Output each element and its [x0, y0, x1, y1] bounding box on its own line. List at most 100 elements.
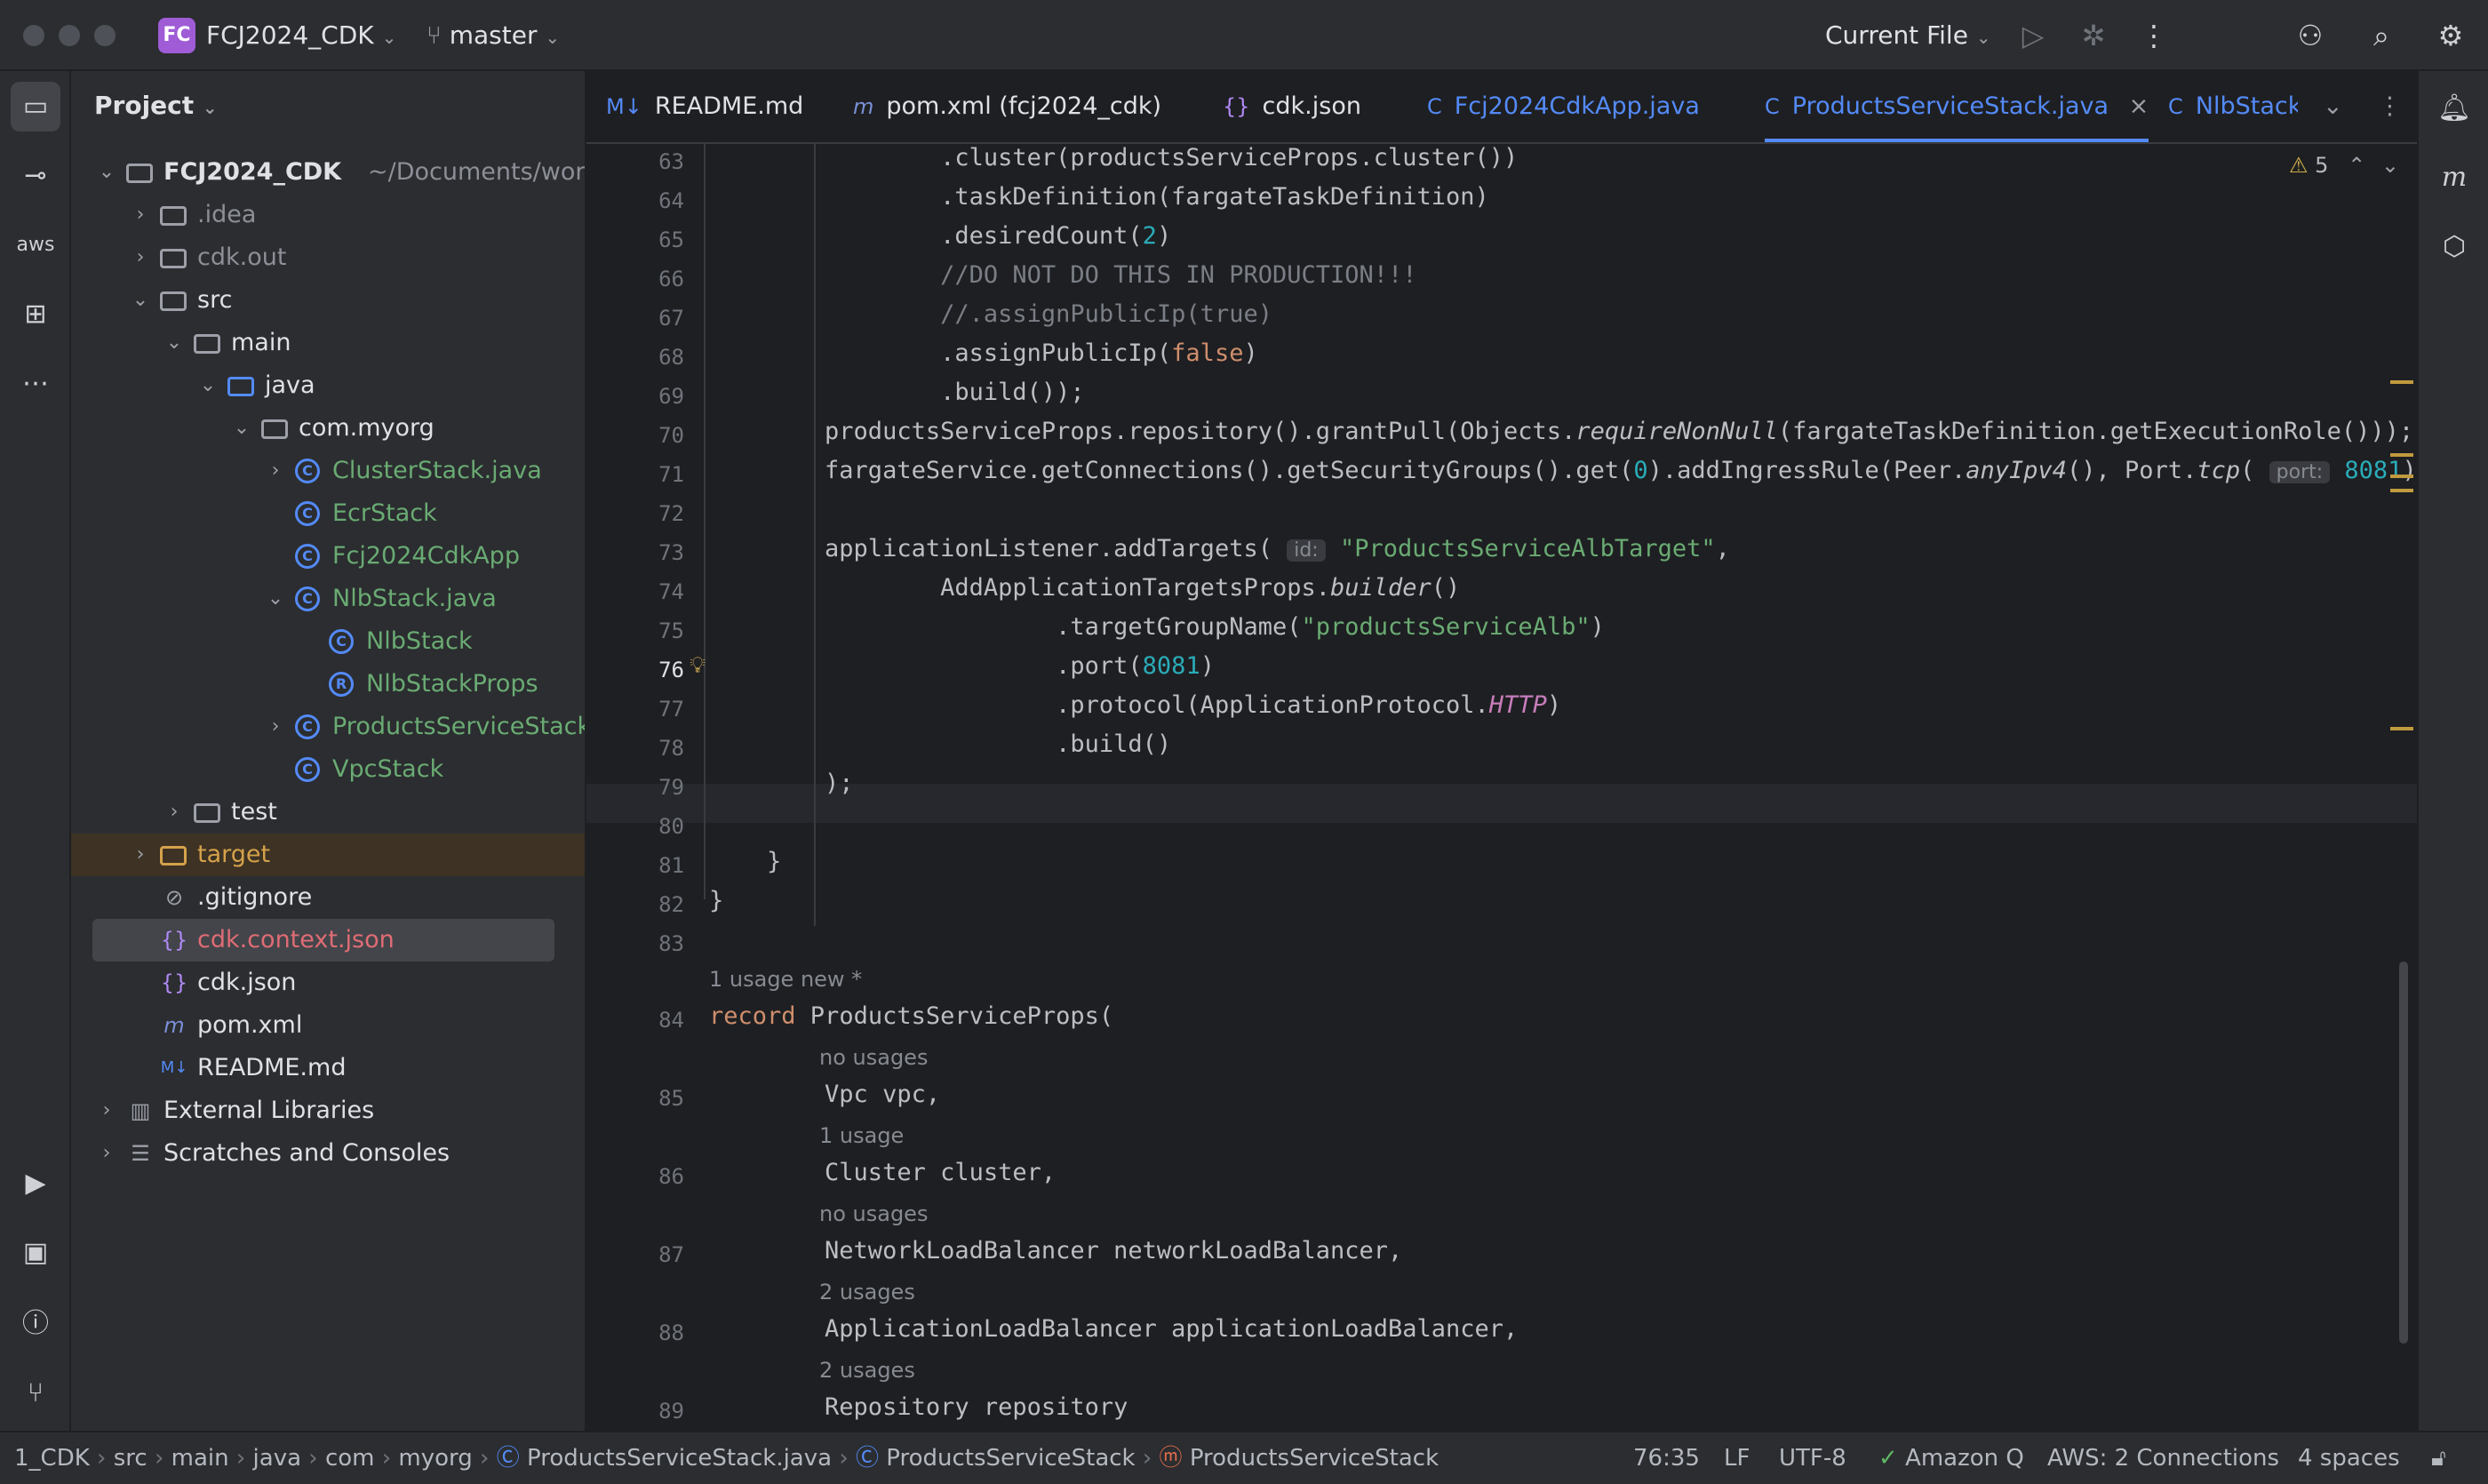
warnings-indicator[interactable]: ⚠ 5 ⌃ ⌄ — [2289, 153, 2399, 178]
chevron-right-icon[interactable]: › — [96, 1089, 117, 1132]
aws-toolkit-icon[interactable]: ⬡ — [2429, 222, 2479, 272]
run-config-selector[interactable]: Current File ⌄ — [1825, 20, 1991, 53]
project-avatar[interactable]: FC — [158, 18, 195, 53]
tree-item[interactable]: C VpcStack — [71, 748, 585, 791]
tree-item[interactable]: {} cdk.json — [71, 961, 585, 1004]
chevron-right-icon[interactable]: › — [130, 194, 151, 236]
usage-hint[interactable]: 2 usages — [819, 1358, 915, 1383]
breadcrumb-item[interactable]: java — [253, 1445, 301, 1472]
tree-item[interactable]: › C ProductsServiceStack.j — [71, 706, 585, 748]
chevron-down-icon[interactable]: ⌄ — [231, 407, 252, 450]
chevron-right-icon[interactable]: › — [96, 1132, 117, 1175]
close-window-button[interactable] — [23, 25, 44, 46]
chevron-right-icon[interactable]: › — [130, 236, 151, 279]
breadcrumb-item[interactable]: main — [171, 1445, 229, 1472]
error-stripe-mark[interactable] — [2390, 380, 2413, 384]
tree-item[interactable]: › cdk.out — [71, 236, 585, 279]
tree-item[interactable]: ⌄ java — [71, 364, 585, 407]
aws-icon[interactable]: aws — [11, 220, 60, 270]
chevron-right-icon[interactable]: › — [265, 706, 286, 748]
search-icon[interactable]: ⌕ — [2362, 16, 2401, 55]
indent-setting[interactable]: 4 spaces — [2298, 1432, 2400, 1484]
breadcrumb-item[interactable]: ProductsServiceStack — [886, 1445, 1135, 1472]
usage-hint[interactable]: 1 usage — [819, 1123, 904, 1148]
chevron-down-icon[interactable]: ⌄ — [130, 279, 151, 322]
usage-hint[interactable]: 2 usages — [819, 1280, 915, 1304]
branch-selector[interactable]: ⑂ master ⌄ — [427, 20, 560, 53]
tab-readme[interactable]: M↓ README.md — [606, 71, 803, 142]
caret-position[interactable]: 76:35 — [1633, 1432, 1700, 1484]
tree-item[interactable]: › test — [71, 791, 585, 834]
lightbulb-icon[interactable]: 💡︎ — [690, 652, 706, 680]
error-stripe-mark[interactable] — [2390, 489, 2413, 492]
tab-fcj2024cdkapp[interactable]: C Fcj2024CdkApp.java — [1427, 71, 1700, 142]
maven-icon[interactable]: m — [2429, 153, 2479, 203]
usage-hint[interactable]: no usages — [819, 1201, 928, 1226]
project-selector[interactable]: FCJ2024_CDK ⌄ — [206, 20, 396, 53]
tree-item[interactable]: › ▥ External Libraries — [71, 1089, 585, 1132]
terminal-icon[interactable]: ▣ — [11, 1228, 60, 1278]
error-stripe-mark[interactable] — [2390, 475, 2413, 478]
line-separator[interactable]: LF — [1724, 1432, 1750, 1484]
aws-connections[interactable]: AWS: 2 Connections — [2047, 1432, 2279, 1484]
breadcrumb-item[interactable]: src — [114, 1445, 148, 1472]
tree-item[interactable]: R NlbStackProps — [71, 663, 585, 706]
usage-hint[interactable]: no usages — [819, 1045, 928, 1070]
problems-icon[interactable]: ⓘ — [11, 1299, 60, 1349]
tab-pom[interactable]: m pom.xml (fcj2024_cdk) — [853, 71, 1161, 142]
error-stripe-mark[interactable] — [2390, 453, 2413, 457]
tab-nlbstack[interactable]: C NlbStack — [2168, 71, 2298, 142]
amazon-q-status[interactable]: ✓ Amazon Q — [1878, 1432, 2024, 1484]
error-stripe-mark[interactable] — [2390, 727, 2413, 730]
chevron-down-icon[interactable]: ⌄ — [96, 151, 117, 194]
chevron-right-icon[interactable]: › — [130, 834, 151, 876]
tab-productsservicestack[interactable]: C ProductsServiceStack.java × — [1765, 71, 2149, 142]
tab-more-icon[interactable]: ⋮ — [2378, 71, 2402, 142]
chevron-right-icon[interactable]: › — [265, 450, 286, 492]
code-editor[interactable]: 63 64 65 66 67 68 69 70 71 72 73 74 75 76 77 78 79 80 81 82… — [586, 144, 2417, 1431]
vertical-scrollbar[interactable] — [2399, 961, 2408, 1344]
tree-item[interactable]: C NlbStack — [71, 620, 585, 663]
more-tools-icon[interactable]: ⋯ — [11, 359, 60, 409]
tree-item[interactable]: ⊘ .gitignore — [71, 876, 585, 919]
tree-item[interactable]: M↓ README.md — [71, 1047, 585, 1089]
tree-item[interactable]: C EcrStack — [71, 492, 585, 535]
file-encoding[interactable]: UTF-8 — [1779, 1432, 1846, 1484]
breadcrumb-item[interactable]: myorg — [398, 1445, 472, 1472]
notifications-bell-icon[interactable]: 🔔︎ — [2429, 84, 2479, 133]
tree-item[interactable]: {} cdk.context.json — [92, 919, 554, 961]
debug-icon[interactable]: ✲ — [2074, 16, 2113, 55]
settings-gear-icon[interactable]: ⚙ — [2431, 16, 2470, 55]
chevron-right-icon[interactable]: › — [163, 791, 185, 834]
tree-item[interactable]: › C ClusterStack.java — [71, 450, 585, 492]
structure-icon[interactable]: ⊞ — [11, 290, 60, 339]
more-actions-icon[interactable]: ⋮ — [2134, 16, 2173, 55]
tree-item[interactable]: C Fcj2024CdkApp — [71, 535, 585, 578]
add-user-icon[interactable]: ⚇ — [2291, 16, 2330, 55]
project-folder-icon[interactable]: ▭ — [11, 82, 60, 132]
tree-item[interactable]: › target — [71, 834, 585, 876]
chevron-down-icon[interactable]: ⌄ — [197, 364, 219, 407]
breadcrumb-item[interactable]: com — [325, 1445, 375, 1472]
chevron-down-icon[interactable]: ⌄ — [163, 322, 185, 364]
zoom-window-button[interactable] — [94, 25, 116, 46]
commit-icon[interactable]: ⊸ — [11, 151, 60, 201]
tab-cdk-json[interactable]: {} cdk.json — [1223, 71, 1361, 142]
run-icon[interactable]: ▷ — [2014, 16, 2053, 55]
tree-item[interactable]: › ☰ Scratches and Consoles — [71, 1132, 585, 1175]
breadcrumb-item[interactable]: 1_CDK — [14, 1445, 90, 1472]
tree-item[interactable]: ⌄ src — [71, 279, 585, 322]
close-tab-icon[interactable]: × — [2129, 92, 2149, 120]
tree-item[interactable]: ⌄ main — [71, 322, 585, 364]
chevron-down-icon[interactable]: ⌄ — [265, 578, 286, 620]
git-icon[interactable]: ⑂ — [11, 1368, 60, 1418]
tree-item[interactable]: › .idea — [71, 194, 585, 236]
breadcrumb-item[interactable]: ProductsServiceStack.java — [527, 1445, 832, 1472]
tree-item[interactable]: m pom.xml — [71, 1004, 585, 1047]
services-run-icon[interactable]: ▶ — [11, 1159, 60, 1209]
tree-item[interactable]: ⌄ com.myorg — [71, 407, 585, 450]
usage-hint[interactable]: 1 usage new * — [709, 967, 862, 992]
tab-list-chevron-icon[interactable]: ⌄ — [2323, 71, 2343, 142]
tree-item[interactable]: ⌄ FCJ2024_CDK ~/Documents/workshop — [71, 151, 585, 194]
breadcrumb-item[interactable]: ProductsServiceStack — [1190, 1445, 1439, 1472]
